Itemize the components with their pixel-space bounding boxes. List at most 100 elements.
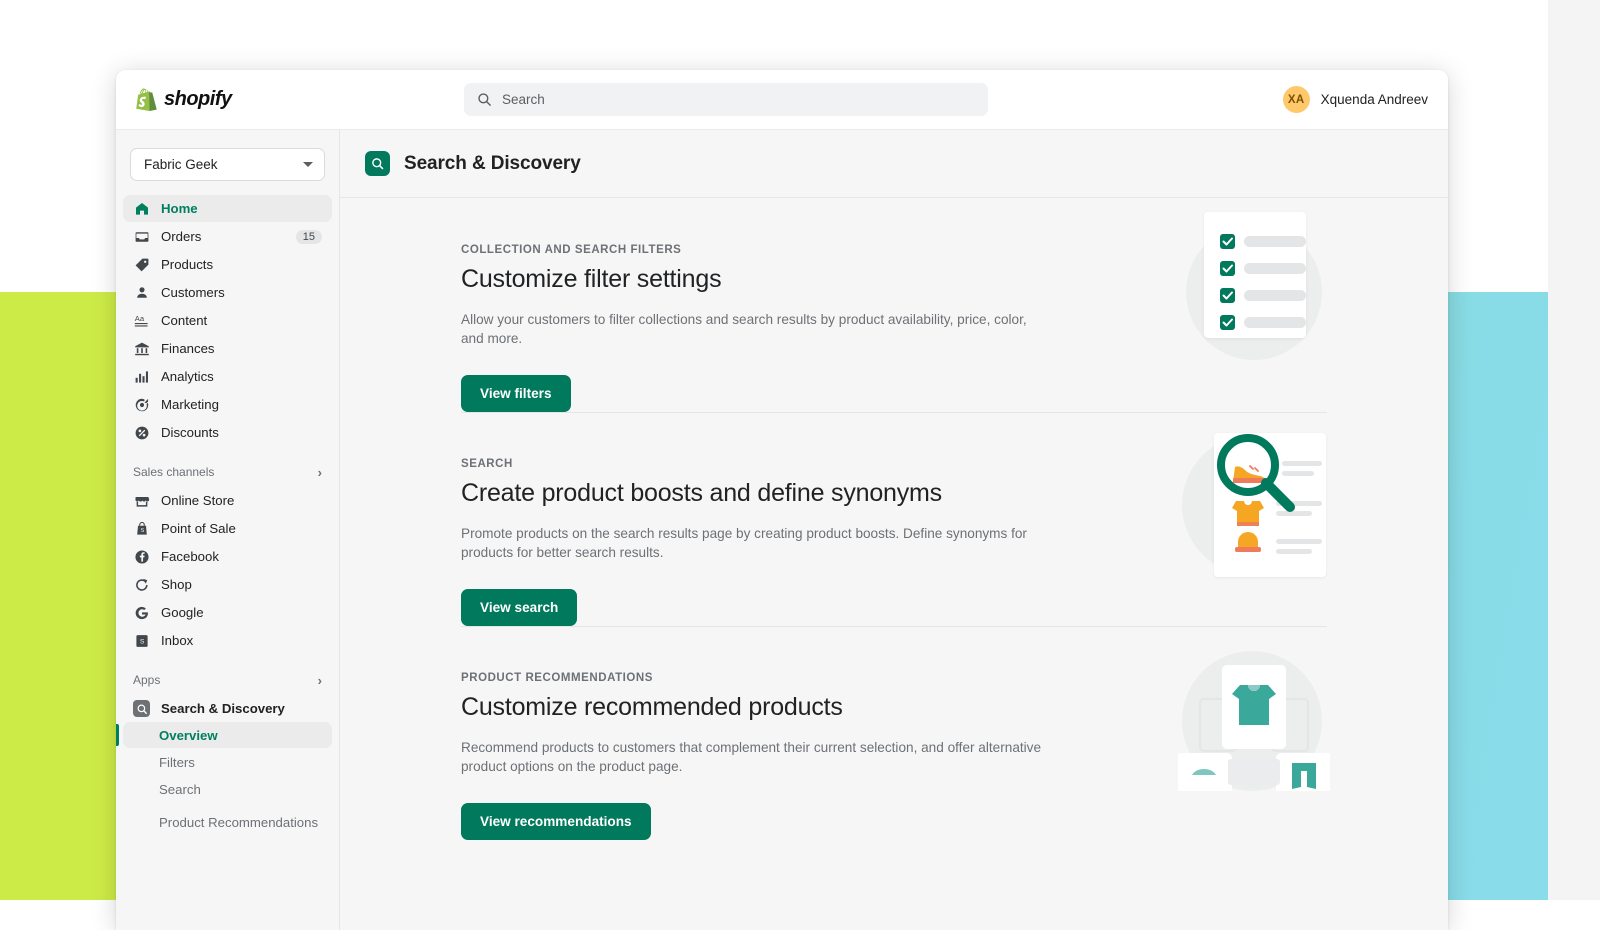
sidebar: Fabric Geek Home Orders 15 <box>116 130 340 930</box>
sidebar-label: Google <box>161 605 204 620</box>
sidebar-label: Inbox <box>161 633 193 648</box>
sidebar-label: Facebook <box>161 549 219 564</box>
sidebar-label: Online Store <box>161 493 234 508</box>
sidebar-label: Shop <box>161 577 192 592</box>
sidebar-item-home[interactable]: Home <box>123 195 332 222</box>
finances-bank-icon <box>133 340 150 357</box>
sidebar-label: Orders <box>161 229 201 244</box>
card-body: Promote products on the search results p… <box>461 524 1051 562</box>
sidebar-item-shop[interactable]: Shop <box>123 571 332 598</box>
sidebar-label: Products <box>161 257 213 272</box>
tshirt-recommendation-illustration <box>1178 639 1330 791</box>
magnifier-products-illustration <box>1178 425 1330 577</box>
shopify-logo-text: shopify <box>164 88 232 111</box>
user-menu[interactable]: XA Xquenda Andreev <box>1283 86 1428 113</box>
shopify-logo[interactable]: shopify <box>116 88 340 111</box>
checklist-illustration <box>1178 212 1330 364</box>
svg-text:S: S <box>139 638 144 645</box>
sidebar-subitem-filters[interactable]: Filters <box>123 749 332 775</box>
sales-channels-title: Sales channels <box>133 465 214 479</box>
sidebar-item-google[interactable]: Google <box>123 599 332 626</box>
search-icon <box>477 92 492 107</box>
sidebar-item-point-of-sale[interactable]: S Point of Sale <box>123 515 332 542</box>
sidebar-item-content[interactable]: Aa Content <box>123 307 332 334</box>
sidebar-item-online-store[interactable]: Online Store <box>123 487 332 514</box>
search-discovery-icon <box>365 151 390 176</box>
sidebar-subitem-product-recommendations[interactable]: Product Recommendations <box>123 803 332 841</box>
primary-nav: Home Orders 15 Products Customers <box>116 195 339 446</box>
card-customize-filter-settings: COLLECTION AND SEARCH FILTERS Customize … <box>340 198 1448 412</box>
sidebar-label: Point of Sale <box>161 521 236 536</box>
analytics-bars-icon <box>133 368 150 385</box>
view-filters-button[interactable]: View filters <box>461 375 571 412</box>
apps-title: Apps <box>133 673 160 687</box>
global-search-placeholder: Search <box>502 92 545 107</box>
sidebar-label: Marketing <box>161 397 219 412</box>
sidebar-label: Home <box>161 201 198 216</box>
user-name: Xquenda Andreev <box>1321 92 1428 107</box>
shop-icon <box>133 576 150 593</box>
page-title: Search & Discovery <box>404 153 581 175</box>
overview-cards: COLLECTION AND SEARCH FILTERS Customize … <box>340 198 1448 840</box>
sidebar-sublabel: Overview <box>159 728 218 743</box>
sidebar-item-search-and-discovery[interactable]: Search & Discovery <box>123 695 332 722</box>
chevron-right-icon[interactable]: › <box>318 466 322 479</box>
sidebar-sublabel: Product Recommendations <box>159 815 318 830</box>
sidebar-item-facebook[interactable]: Facebook <box>123 543 332 570</box>
apps-list: Search & Discovery Overview Filters Sear… <box>116 695 339 841</box>
browser-window: shopify Search XA Xquenda Andreev Fabric… <box>116 70 1448 930</box>
sidebar-label: Analytics <box>161 369 214 384</box>
magnifier-icon <box>1178 425 1330 577</box>
chevron-right-icon[interactable]: › <box>318 674 322 687</box>
sales-channels-header[interactable]: Sales channels › <box>116 461 339 483</box>
main-content: Search & Discovery COLLECTION AND SEARCH… <box>340 130 1448 930</box>
sidebar-item-inbox[interactable]: S Inbox <box>123 627 332 654</box>
sidebar-item-discounts[interactable]: Discounts <box>123 419 332 446</box>
sidebar-label: Finances <box>161 341 215 356</box>
sidebar-sublabel: Search <box>159 782 201 797</box>
sidebar-item-products[interactable]: Products <box>123 251 332 278</box>
sidebar-item-finances[interactable]: Finances <box>123 335 332 362</box>
top-bar: shopify Search XA Xquenda Andreev <box>116 70 1448 130</box>
sidebar-item-marketing[interactable]: Marketing <box>123 391 332 418</box>
right-gutter <box>1548 0 1600 900</box>
card-body: Recommend products to customers that com… <box>461 738 1051 776</box>
marketing-target-icon <box>133 396 150 413</box>
store-selector[interactable]: Fabric Geek <box>130 148 325 181</box>
svg-text:Aa: Aa <box>134 314 144 323</box>
global-search-input[interactable]: Search <box>464 83 988 116</box>
sidebar-subitem-overview[interactable]: Overview <box>123 722 332 748</box>
app-name: Search & Discovery <box>161 701 285 716</box>
shopify-bag-icon <box>136 88 157 111</box>
sidebar-item-analytics[interactable]: Analytics <box>123 363 332 390</box>
recommendation-cards <box>1178 639 1330 791</box>
sidebar-item-customers[interactable]: Customers <box>123 279 332 306</box>
apps-header[interactable]: Apps › <box>116 669 339 691</box>
card-recommended-products: PRODUCT RECOMMENDATIONS Customize recomm… <box>461 626 1327 840</box>
card-product-boosts-synonyms: SEARCH Create product boosts and define … <box>461 412 1327 626</box>
sidebar-label: Discounts <box>161 425 219 440</box>
sidebar-subitem-search[interactable]: Search <box>123 776 332 802</box>
facebook-icon <box>133 548 150 565</box>
search-discovery-icon <box>133 700 150 717</box>
svg-text:S: S <box>140 528 144 534</box>
inbox-icon: S <box>133 632 150 649</box>
avatar: XA <box>1283 86 1310 113</box>
content-aa-icon: Aa <box>133 312 150 329</box>
orders-badge: 15 <box>296 230 322 244</box>
sales-channels-list: Online Store S Point of Sale Facebook Sh… <box>116 487 339 654</box>
card-body: Allow your customers to filter collectio… <box>461 310 1051 348</box>
sidebar-label: Customers <box>161 285 225 300</box>
google-icon <box>133 604 150 621</box>
storefront-icon <box>133 492 150 509</box>
sidebar-item-orders[interactable]: Orders 15 <box>123 223 332 250</box>
view-search-button[interactable]: View search <box>461 589 577 626</box>
customers-icon <box>133 284 150 301</box>
view-recommendations-button[interactable]: View recommendations <box>461 803 651 840</box>
orders-icon <box>133 228 150 245</box>
sidebar-sublabel: Filters <box>159 755 195 770</box>
discounts-icon <box>133 424 150 441</box>
products-tag-icon <box>133 256 150 273</box>
home-icon <box>133 200 150 217</box>
point-of-sale-icon: S <box>133 520 150 537</box>
